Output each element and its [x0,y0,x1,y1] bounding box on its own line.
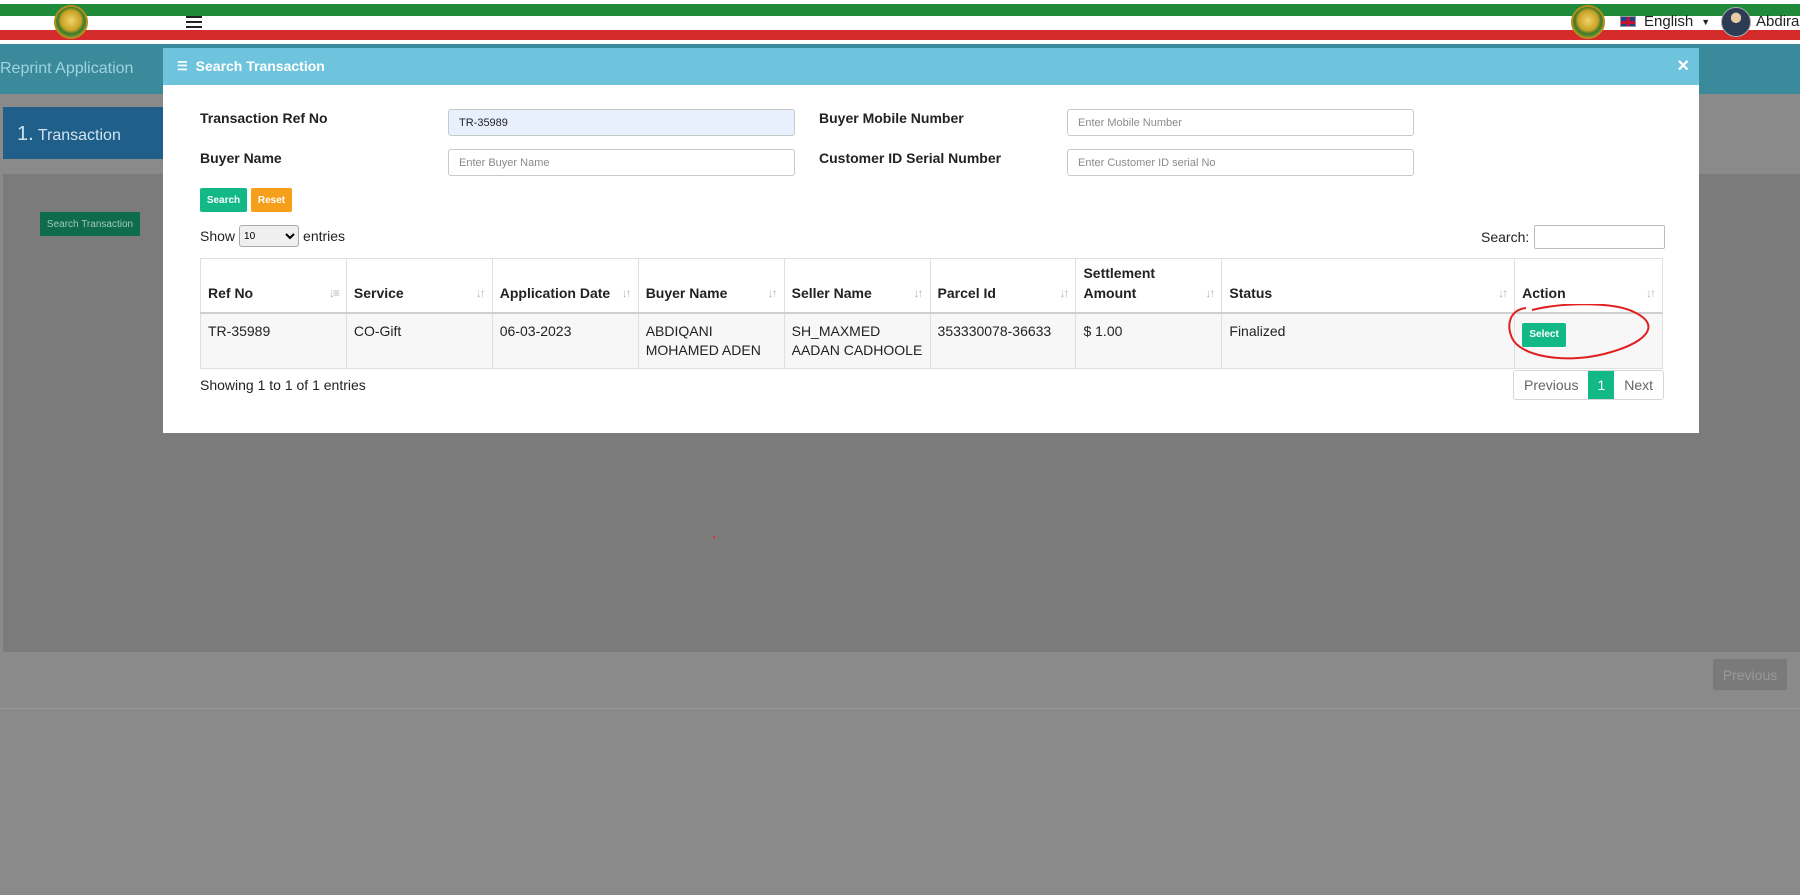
user-name[interactable]: Abdirahman [1756,13,1800,30]
emblem-logo-right [1571,5,1605,39]
uk-flag-icon [1620,16,1636,27]
close-icon[interactable]: × [1677,55,1689,78]
col-label: Parcel Id [937,284,996,301]
sort-icon: ↓↑ [767,285,778,300]
caret-down-icon: ▼ [1701,16,1711,27]
top-navbar: English ▼ Abdirahman [0,0,1800,44]
col-header-status[interactable]: Status ↓↑ [1221,258,1516,314]
buyer-name-input[interactable] [448,149,795,176]
page-title: Reprint Application [0,60,134,77]
sort-icon: ↓↑ [1498,285,1508,300]
sort-icon: ↓↑ [1059,285,1069,300]
modal-header: ☰ Search Transaction × [163,48,1699,85]
cell-ref-no: TR-35989 [200,312,347,369]
hamburger-menu-icon[interactable] [186,16,202,28]
col-header-service[interactable]: Service ↓↑ [345,258,493,314]
search-label: Search: [1481,229,1530,245]
user-avatar[interactable] [1721,7,1751,37]
list-icon: ☰ [177,59,188,73]
ref-no-input[interactable] [448,109,795,136]
flag-stripe-green [0,4,1800,16]
cell-service: CO-Gift [345,312,493,369]
pagination-next[interactable]: Next [1614,371,1664,399]
pagination-previous[interactable]: Previous [1514,371,1589,399]
col-header-application-date[interactable]: Application Date ↓↑ [491,258,639,314]
table-row: TR-35989 CO-Gift 06-03-2023 ABDIQANI MOH… [200,312,1663,369]
sort-icon: ↓↑ [1205,285,1215,300]
ref-no-label: Transaction Ref No [200,110,328,126]
customer-id-label: Customer ID Serial Number [819,150,1002,166]
sort-icon: ↓↑ [1646,285,1656,300]
entries-label: entries [303,228,346,244]
col-header-action[interactable]: Action ↓↑ [1514,258,1663,314]
cell-status: Finalized [1221,312,1516,369]
col-label: Settlement Amount [1083,264,1156,301]
cell-settlement-amount: $ 1.00 [1075,312,1223,369]
cell-parcel-id: 353330078-36633 [929,312,1077,369]
transactions-table: Ref No ↓≡ Service ↓↑ Application Date ↓↑ Bu… [200,258,1663,369]
table-search: Search: [1481,225,1666,249]
select-button[interactable]: Select [1522,322,1567,347]
show-label: Show [200,228,236,244]
buyer-name-label: Buyer Name [200,150,282,166]
buyer-mobile-input[interactable] [1067,109,1414,136]
sort-icon: ↓↑ [913,285,924,300]
pagination-page-1[interactable]: 1 [1588,371,1615,399]
col-header-seller-name[interactable]: Seller Name ↓↑ [783,258,931,314]
search-transaction-modal: ☰ Search Transaction × Transaction Ref N… [163,48,1699,433]
cell-application-date: 06-03-2023 [491,312,639,369]
customer-id-input[interactable] [1067,149,1414,176]
emblem-logo [54,5,88,39]
buyer-mobile-label: Buyer Mobile Number [819,110,964,126]
flag-stripe-white [0,16,1800,30]
table-search-input[interactable] [1534,225,1666,249]
col-header-parcel-id[interactable]: Parcel Id ↓↑ [929,258,1077,314]
cell-buyer-name: ABDIQANI MOHAMED ADEN [637,312,785,369]
table-info: Showing 1 to 1 of 1 entries [200,377,366,393]
page-size-select[interactable]: 10 [239,225,300,247]
col-label: Service [353,284,404,301]
modal-title: Search Transaction [195,58,325,74]
sort-asc-icon: ↓≡ [328,285,340,300]
page-size-control: Show 10 entries [200,225,345,247]
sort-icon: ↓↑ [621,285,632,300]
col-label: Seller Name [791,284,872,301]
col-label: Ref No [208,284,254,301]
cell-action: Select [1514,312,1663,369]
reset-button[interactable]: Reset [251,188,292,212]
col-header-buyer-name[interactable]: Buyer Name ↓↑ [637,258,785,314]
previous-step-button[interactable]: Previous [1712,658,1788,691]
flag-stripe-red [0,30,1800,40]
col-label: Status [1229,284,1273,301]
step-tab-transaction[interactable]: 1. Transaction [3,107,181,159]
language-label: English [1644,13,1694,30]
step-number: 1. [17,123,34,145]
table-header-row: Ref No ↓≡ Service ↓↑ Application Date ↓↑ Bu… [200,258,1663,314]
step-label: Transaction [37,127,121,144]
col-header-settlement-amount[interactable]: Settlement Amount ↓↑ [1075,258,1223,314]
col-label: Application Date [499,284,611,301]
cell-seller-name: SH_MAXMED AADAN CADHOOLE [783,312,931,369]
pagination: Previous 1 Next [1513,370,1665,400]
sort-icon: ↓↑ [475,285,486,300]
search-transaction-button[interactable]: Search Transaction [40,212,140,236]
col-label: Buyer Name [645,284,728,301]
stray-dot [713,536,715,538]
footer-divider [0,708,1800,709]
col-label: Action [1522,284,1566,301]
col-header-ref-no[interactable]: Ref No ↓≡ [200,258,347,314]
language-selector[interactable]: English ▼ [1620,13,1710,30]
search-button[interactable]: Search [200,188,247,212]
